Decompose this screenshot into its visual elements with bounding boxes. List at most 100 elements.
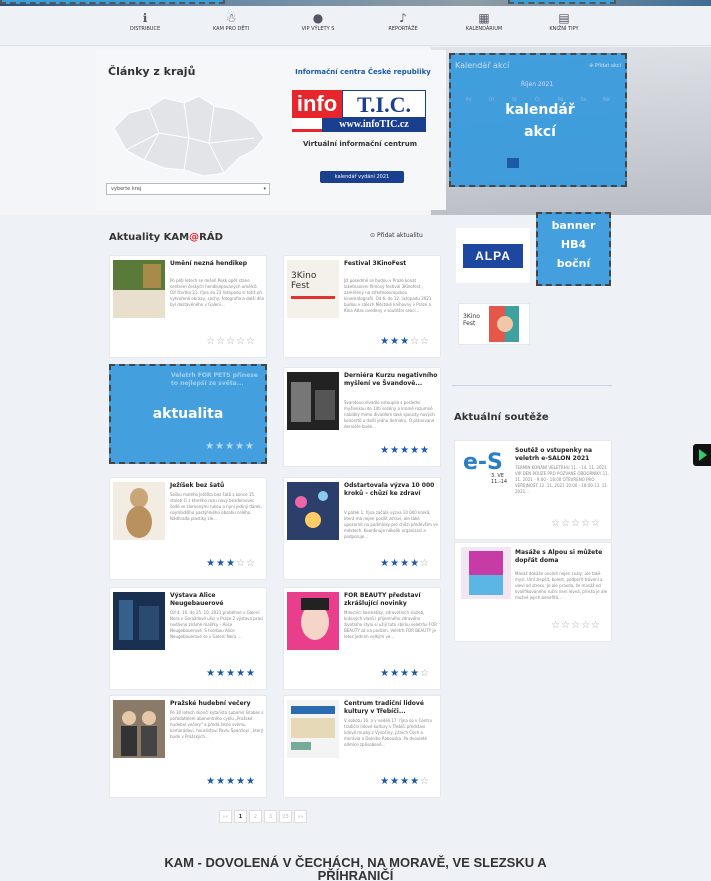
rating-stars[interactable]: ★★★★☆ [380,668,430,679]
pager-page[interactable]: 2 [249,810,262,823]
news-title[interactable]: Centrum tradiční lidové kultury v Třebíč… [344,700,438,716]
calendar-icon: ▦ [478,11,490,25]
pager-page[interactable]: 3 [264,810,277,823]
news-title[interactable]: Ježíšek bez šatů [170,482,264,490]
contest-excerpt: TERMÍN KONÁNÍ VELETRHU 11. - 14. 11. 202… [515,465,609,494]
pager-page[interactable]: 23 [279,810,292,823]
nav-item-label: KAM PRO DĚTI [212,26,250,32]
nav-item-distribuce[interactable]: ℹ DISTRIBUCE [100,10,190,32]
logo-url-text: www.infoTIC.cz [322,118,426,132]
news-thumbnail [113,592,165,650]
news-title[interactable]: Pražské hudební večery [170,700,264,708]
calendar-issue-button[interactable]: kalendář vydání 2021 [320,171,404,183]
news-title[interactable]: Odstartovala výzva 10 000 kroků - chůzí … [344,482,438,498]
alpa-banner[interactable]: ALPA [456,228,530,283]
news-thumbnail [287,482,339,540]
nav-item-label: DISTRIBUCE [129,26,161,32]
news-card[interactable]: 3Kino Fest Festival 3KinoFest Již posedmé… [283,255,441,358]
news-card[interactable]: Derniéra Kurzu negativního myšlení ve Šv… [283,367,441,467]
play-icon[interactable] [693,444,711,466]
top-banner-placeholder-right[interactable] [508,0,616,4]
news-card[interactable]: FOR BEAUTY představí zkrášlující novinky… [283,587,441,690]
news-card[interactable]: Pražské hudební večery Po 30 letech skon… [109,695,267,798]
child-icon: ☃ [225,11,237,25]
nav-item-label: VIP VÝLETY S [301,26,335,32]
contest-excerpt: Masáž dokáže uvolnit nejen svaly, ale ta… [515,571,608,600]
news-heading: Aktuality KAM@RÁD [109,232,223,243]
rating-stars[interactable]: ★★★☆☆ [206,558,256,569]
main-nav: ℹ DISTRIBUCE ☃ KAM PRO DĚTI ● VIP VÝLETY S … [0,6,711,46]
rating-stars[interactable]: ★★★★☆ [380,776,430,787]
add-news-link[interactable]: ⊙ Přidat aktualitu [370,232,423,239]
rating-stars[interactable]: ☆☆☆☆☆ [206,336,256,347]
nav-item-kalendarium[interactable]: ▦ KALENDÁRIUM [439,10,529,32]
news-heading-post: RÁD [199,232,223,243]
news-title[interactable]: Výstava Alice Neugebauerové [170,592,264,608]
news-title[interactable]: FOR BEAUTY představí zkrášlující novinky [344,592,438,608]
svg-text:3Kino: 3Kino [463,313,480,320]
calendar-overlay-label: kalendář akcí [505,102,575,140]
infotic-title[interactable]: Informační centra České republiky [283,68,443,76]
top-banner-placeholder-left[interactable] [0,0,225,4]
news-excerpt: Po 30 letech skončí kytarista Lubomír Br… [170,710,264,739]
news-excerpt: Od 4. 10. do 25. 10. 2021 proběhne v Gal… [170,610,264,639]
add-event-link[interactable]: ⊕ Přidat akci [589,63,621,69]
news-card[interactable]: Ježíšek bez šatů Sošku malého Ježíška be… [109,477,267,580]
news-thumbnail: 3KinoFest [287,260,339,318]
calendar-today-marker[interactable] [507,158,519,168]
contest-card[interactable]: e-S 3. VE 11.-14 Soutěž o vstupenky na vel… [454,440,612,540]
regions-panel: Články z krajů vyberte kraj ▾ Informační … [96,50,446,210]
banner-hb4-side[interactable]: banner HB4 boční [536,212,611,286]
news-excerpt: Milovníci kosmetiky, zdravotních služeb,… [344,610,438,639]
news-card[interactable]: Umění nezná hendikep Po pěti letech se m… [109,255,267,358]
rating-stars[interactable]: ☆☆☆☆☆ [551,620,601,631]
rating-stars[interactable]: ★★★★☆ [380,558,430,569]
rating-stars[interactable]: ★★★☆☆ [380,336,430,347]
svg-text:e-S: e-S [463,450,503,475]
news-card[interactable]: Odstartovala výzva 10 000 kroků - chůzí … [283,477,441,580]
rating-stars[interactable]: ★★★★★ [206,776,256,787]
book-icon: ▤ [558,11,570,25]
svg-text:Fest: Fest [291,281,310,291]
news-title[interactable]: Umění nezná hendikep [170,260,264,268]
infotic-logo[interactable]: info T.I.C. www.infoTIC.cz [292,90,426,138]
pager-last[interactable]: »» [294,810,307,823]
rating-stars[interactable]: ★★★★★ [205,441,255,452]
contest-title[interactable]: Soutěž o vstupenky na veletrh e-SALON 20… [515,447,609,463]
svg-text:11.-14: 11.-14 [491,479,507,485]
pager-first[interactable]: «« [219,810,232,823]
news-title[interactable]: Derniéra Kurzu negativního myšlení ve Šv… [344,372,438,388]
rating-stars[interactable]: ★★★★★ [380,445,430,456]
esalon-logo: e-S3. VE11.-14 [461,445,515,485]
kinofest-side-ad[interactable]: 3Kino Fest [458,303,530,345]
pager-page[interactable]: 1 [234,810,247,823]
person-icon: ● [312,11,324,25]
region-select[interactable]: vyberte kraj ▾ [106,183,270,195]
news-thumbnail [113,700,165,758]
news-excerpt: Po pěti letech se míšeň Pokk opět stane … [170,278,264,307]
czech-map[interactable] [104,88,269,183]
pagination: «« 1 2 3 23 »» [219,810,307,824]
news-thumbnail [113,482,165,540]
svg-text:Fest: Fest [463,320,476,327]
news-card[interactable]: Výstava Alice Neugebauerové Od 4. 10. do… [109,587,267,690]
contest-title[interactable]: Masáže s Alpou si můžete dopřát doma [515,549,609,565]
infotic-subtitle: Virtuální informační centrum [302,140,418,148]
nav-item-knizni-tipy[interactable]: ▤ KNIŽNÍ TIPY [519,10,609,32]
news-card-promoted[interactable]: Veletrh FOR PETS přinese to nejlepší ze … [109,364,267,464]
nav-item-kam-pro-deti[interactable]: ☃ KAM PRO DĚTI [186,10,276,32]
nav-item-vip-vylety[interactable]: ● VIP VÝLETY S [273,10,363,32]
rating-stars[interactable]: ★★★★★ [206,668,256,679]
logo-tic-text: T.I.C. [342,90,426,118]
svg-text:3Kino: 3Kino [291,271,317,281]
footer-heading-text: KAM - DOVOLENÁ V ČECHÁCH, NA MORAVĚ, VE … [164,855,547,881]
news-title[interactable]: Veletrh FOR PETS přinese to nejlepší ze … [171,372,263,388]
news-title[interactable]: Festival 3KinoFest [344,260,438,268]
news-card[interactable]: Centrum tradiční lidové kultury v Třebíč… [283,695,441,798]
nav-item-label: KALENDÁRIUM [465,26,503,32]
rating-stars[interactable]: ☆☆☆☆☆ [551,518,601,529]
contest-card[interactable]: Masáže s Alpou si můžete dopřát doma Mas… [454,542,612,642]
nav-item-reportaze[interactable]: ♪ REPORTÁŽE [358,10,448,32]
events-calendar[interactable]: Kalendář akcí ⊕ Přidat akci Říjen 2021 P… [449,53,627,187]
calendar-month: Říjen 2021 [521,81,554,88]
